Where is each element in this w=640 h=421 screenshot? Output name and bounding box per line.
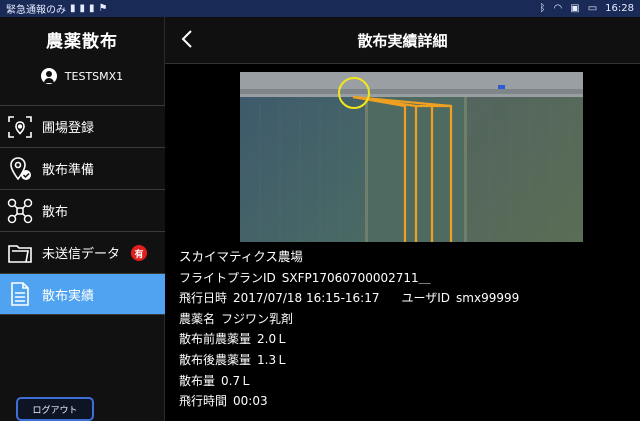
username: TESTSMX1	[64, 69, 124, 83]
spray-amount-row: 散布量 0.7Ｌ	[179, 371, 519, 392]
sidebar-item-spray[interactable]: 散布	[0, 189, 165, 231]
back-button[interactable]	[177, 27, 197, 51]
flight-plan-value: SXFP17060700002711＿	[281, 270, 431, 285]
status-text: 緊急通報のみ	[6, 5, 66, 16]
pesticide-label: 農薬名	[179, 311, 216, 326]
flight-plan-row: フライトプランID SXFP17060700002711＿	[179, 268, 519, 289]
sidebar-item-label: 散布	[42, 205, 69, 220]
sidebar-item-spray-results[interactable]: 散布実績	[0, 273, 165, 315]
aerial-photo	[240, 72, 583, 242]
before-amount-label: 散布前農薬量	[179, 332, 252, 347]
flight-time-value: 00:03	[233, 394, 268, 409]
sidebar: 農薬散布 TESTSMX1 圃場登録 散布準備 散布 未送信データ 有 散布実績…	[0, 17, 165, 421]
sim-icon: ▣	[570, 2, 580, 14]
folder-icon	[6, 239, 34, 267]
after-amount-label: 散布後農薬量	[179, 352, 252, 367]
spray-detail: スカイマティクス農場 フライトプランID SXFP17060700002711＿ …	[179, 247, 519, 412]
drone-icon	[6, 197, 34, 225]
user-id-value: smx99999	[456, 291, 520, 306]
notification-icon: ▮	[70, 2, 76, 14]
flight-plan-label: フライトプランID	[179, 270, 276, 285]
page-title: 散布実績詳細	[357, 31, 448, 50]
sidebar-item-label: 未送信データ	[42, 247, 121, 262]
user-id-label: ユーザID	[401, 291, 451, 306]
location-check-icon	[6, 155, 34, 183]
logout-button[interactable]: ログアウト	[16, 397, 94, 421]
sidebar-item-spray-prep[interactable]: 散布準備	[0, 147, 165, 189]
user-info: TESTSMX1	[0, 61, 164, 91]
flight-time-row: 飛行時間 00:03	[179, 391, 519, 412]
flag-icon: ⚑	[98, 2, 108, 14]
battery-icon: ▭	[587, 2, 598, 14]
notification-icon: ▮	[79, 2, 86, 14]
sidebar-item-label: 散布実績	[42, 288, 95, 304]
notification-icon: ▮	[89, 2, 95, 14]
header: 散布実績詳細	[165, 17, 640, 64]
flight-datetime-value: 2017/07/18 16:15-16:17	[233, 291, 380, 306]
pesticide-value: フジワン乳剤	[221, 311, 294, 326]
sidebar-item-label: 圃場登録	[42, 121, 95, 136]
chevron-left-icon	[181, 30, 192, 48]
before-amount-value: 2.0Ｌ	[257, 332, 289, 347]
spray-amount-value: 0.7Ｌ	[221, 373, 253, 388]
unsent-badge: 有	[131, 245, 147, 261]
avatar	[40, 68, 57, 84]
flight-datetime-label: 飛行日時	[179, 291, 228, 306]
field	[240, 97, 365, 242]
app-title: 農薬散布	[46, 31, 118, 52]
before-amount-row: 散布前農薬量 2.0Ｌ	[179, 329, 519, 350]
sidebar-item-unsent-data[interactable]: 未送信データ 有	[0, 231, 165, 273]
bluetooth-icon: ᛒ	[539, 2, 546, 14]
field-registration-icon	[6, 113, 34, 141]
main-panel: 散布実績詳細 スカイマティクス農場 フライトプランID SXFP17060700…	[165, 17, 640, 421]
farm-name: スカイマティクス農場	[179, 249, 303, 264]
wifi-icon: ◠	[553, 2, 563, 14]
after-amount-value: 1.3Ｌ	[257, 352, 289, 367]
pesticide-row: 農薬名 フジワン乳剤	[179, 309, 519, 330]
sidebar-menu: 圃場登録 散布準備 散布 未送信データ 有 散布実績	[0, 105, 165, 315]
sidebar-item-label: 散布準備	[42, 163, 95, 178]
document-icon	[6, 280, 34, 308]
field	[467, 97, 583, 242]
after-amount-row: 散布後農薬量 1.3Ｌ	[179, 350, 519, 371]
flight-time-label: 飛行時間	[179, 394, 228, 409]
flight-datetime-row: 飛行日時 2017/07/18 16:15-16:17 ユーザID smx99999	[179, 288, 519, 309]
clock: 16:28	[605, 3, 634, 14]
spray-amount-label: 散布量	[179, 373, 216, 388]
sidebar-item-field-registration[interactable]: 圃場登録	[0, 105, 165, 147]
status-bar: 緊急通報のみ ▮ ▮ ▮ ⚑ ᛒ ◠ ▣ ▭ 16:28	[0, 0, 640, 17]
